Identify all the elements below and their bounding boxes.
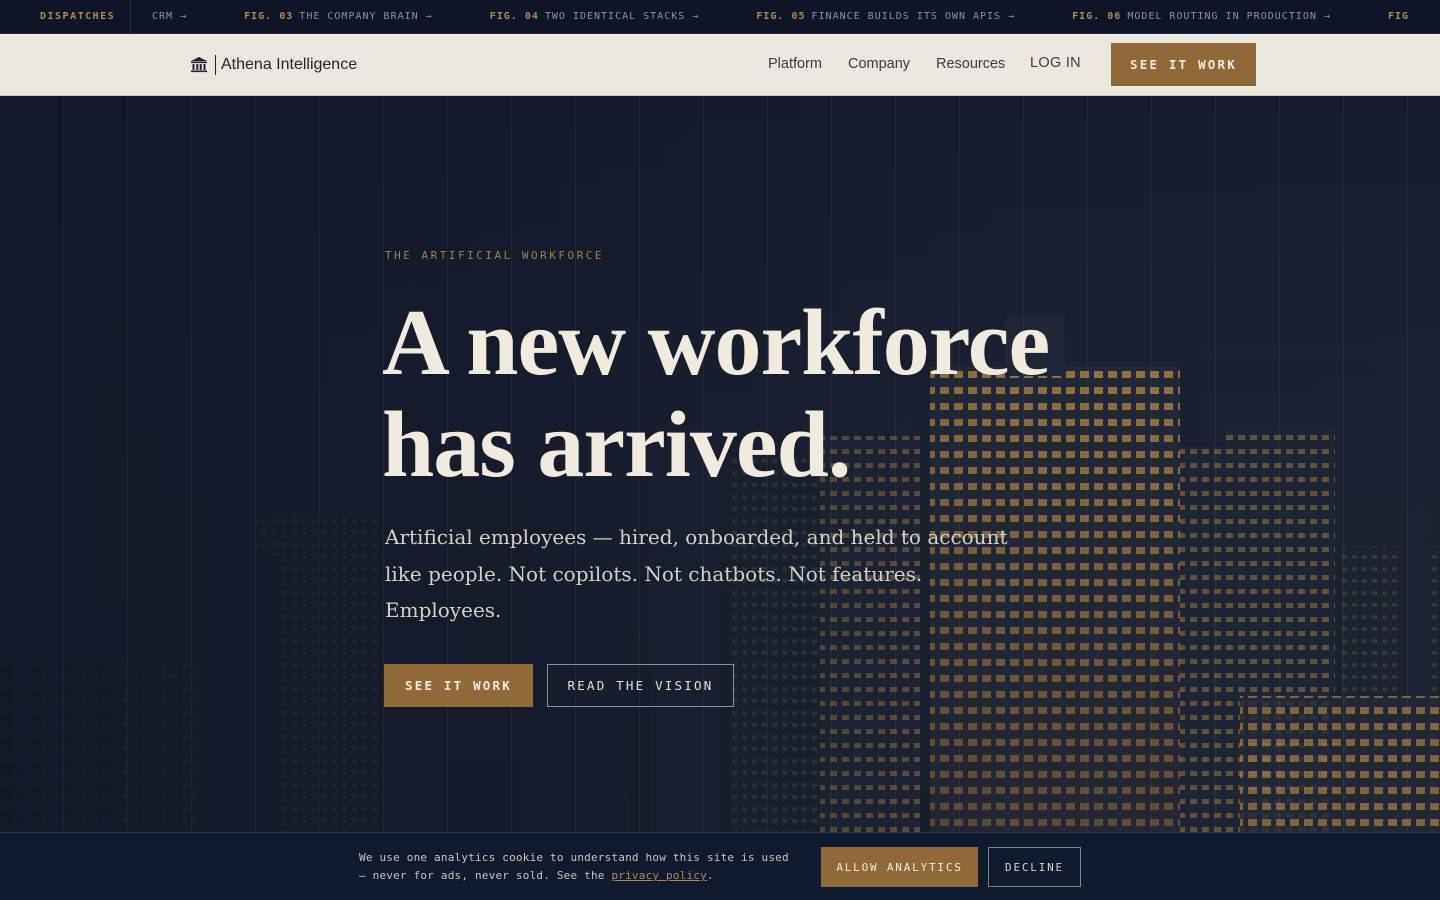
cookie-message: We use one analytics cookie to understan…	[359, 851, 789, 882]
ticker-item[interactable]: FIG	[1388, 0, 1415, 33]
ticker-item[interactable]: FIG. 05 FINANCE BUILDS ITS OWN APIS →	[756, 0, 1015, 33]
headline-line-2: has arrived.	[382, 393, 851, 497]
ticker-track: CRM → FIG. 03 THE COMPANY BRAIN → FIG. 04…	[146, 0, 1440, 33]
login-link[interactable]: LOG IN	[1030, 55, 1081, 71]
site-header: Athena Intelligence Platform Company Res…	[0, 34, 1440, 96]
read-the-vision-button[interactable]: READ THE VISION	[547, 664, 734, 707]
ticker-item[interactable]: FIG. 04 TWO IDENTICAL STACKS →	[490, 0, 700, 33]
see-it-work-button[interactable]: SEE IT WORK	[384, 664, 533, 707]
nav-link-platform[interactable]: Platform	[768, 56, 822, 72]
cookie-banner: We use one analytics cookie to understan…	[0, 832, 1440, 900]
nav-link-resources[interactable]: Resources	[936, 56, 1005, 72]
ticker-item[interactable]: FIG. 03 THE COMPANY BRAIN →	[244, 0, 433, 33]
logo-divider	[215, 55, 216, 75]
logo[interactable]: Athena Intelligence	[189, 54, 357, 76]
ticker-item[interactable]: FIG. 06 MODEL ROUTING IN PRODUCTION →	[1072, 0, 1331, 33]
hero-section: THE ARTIFICIAL WORKFORCE A new workforce…	[0, 96, 1440, 832]
decline-button[interactable]: DECLINE	[988, 847, 1081, 887]
ticker-item[interactable]: CRM →	[146, 0, 187, 33]
dispatches-ticker: DISPATCHES CRM → FIG. 03 THE COMPANY BRAI…	[0, 0, 1440, 34]
logo-text: Athena Intelligence	[221, 56, 358, 73]
nav-link-company[interactable]: Company	[848, 56, 910, 72]
ticker-label: DISPATCHES	[0, 0, 131, 33]
hero-eyebrow: THE ARTIFICIAL WORKFORCE	[385, 249, 604, 262]
headline-line-1: A new workforce	[382, 291, 1050, 395]
building-columns-icon	[191, 57, 207, 73]
hero-headline: A new workforce has arrived.	[382, 292, 1102, 496]
header-see-it-work-button[interactable]: SEE IT WORK	[1111, 43, 1256, 86]
allow-analytics-button[interactable]: ALLOW ANALYTICS	[821, 847, 978, 887]
privacy-policy-link[interactable]: privacy policy	[611, 869, 707, 882]
hero-subhead: Artificial employees — hired, onboarded,…	[385, 525, 1008, 622]
